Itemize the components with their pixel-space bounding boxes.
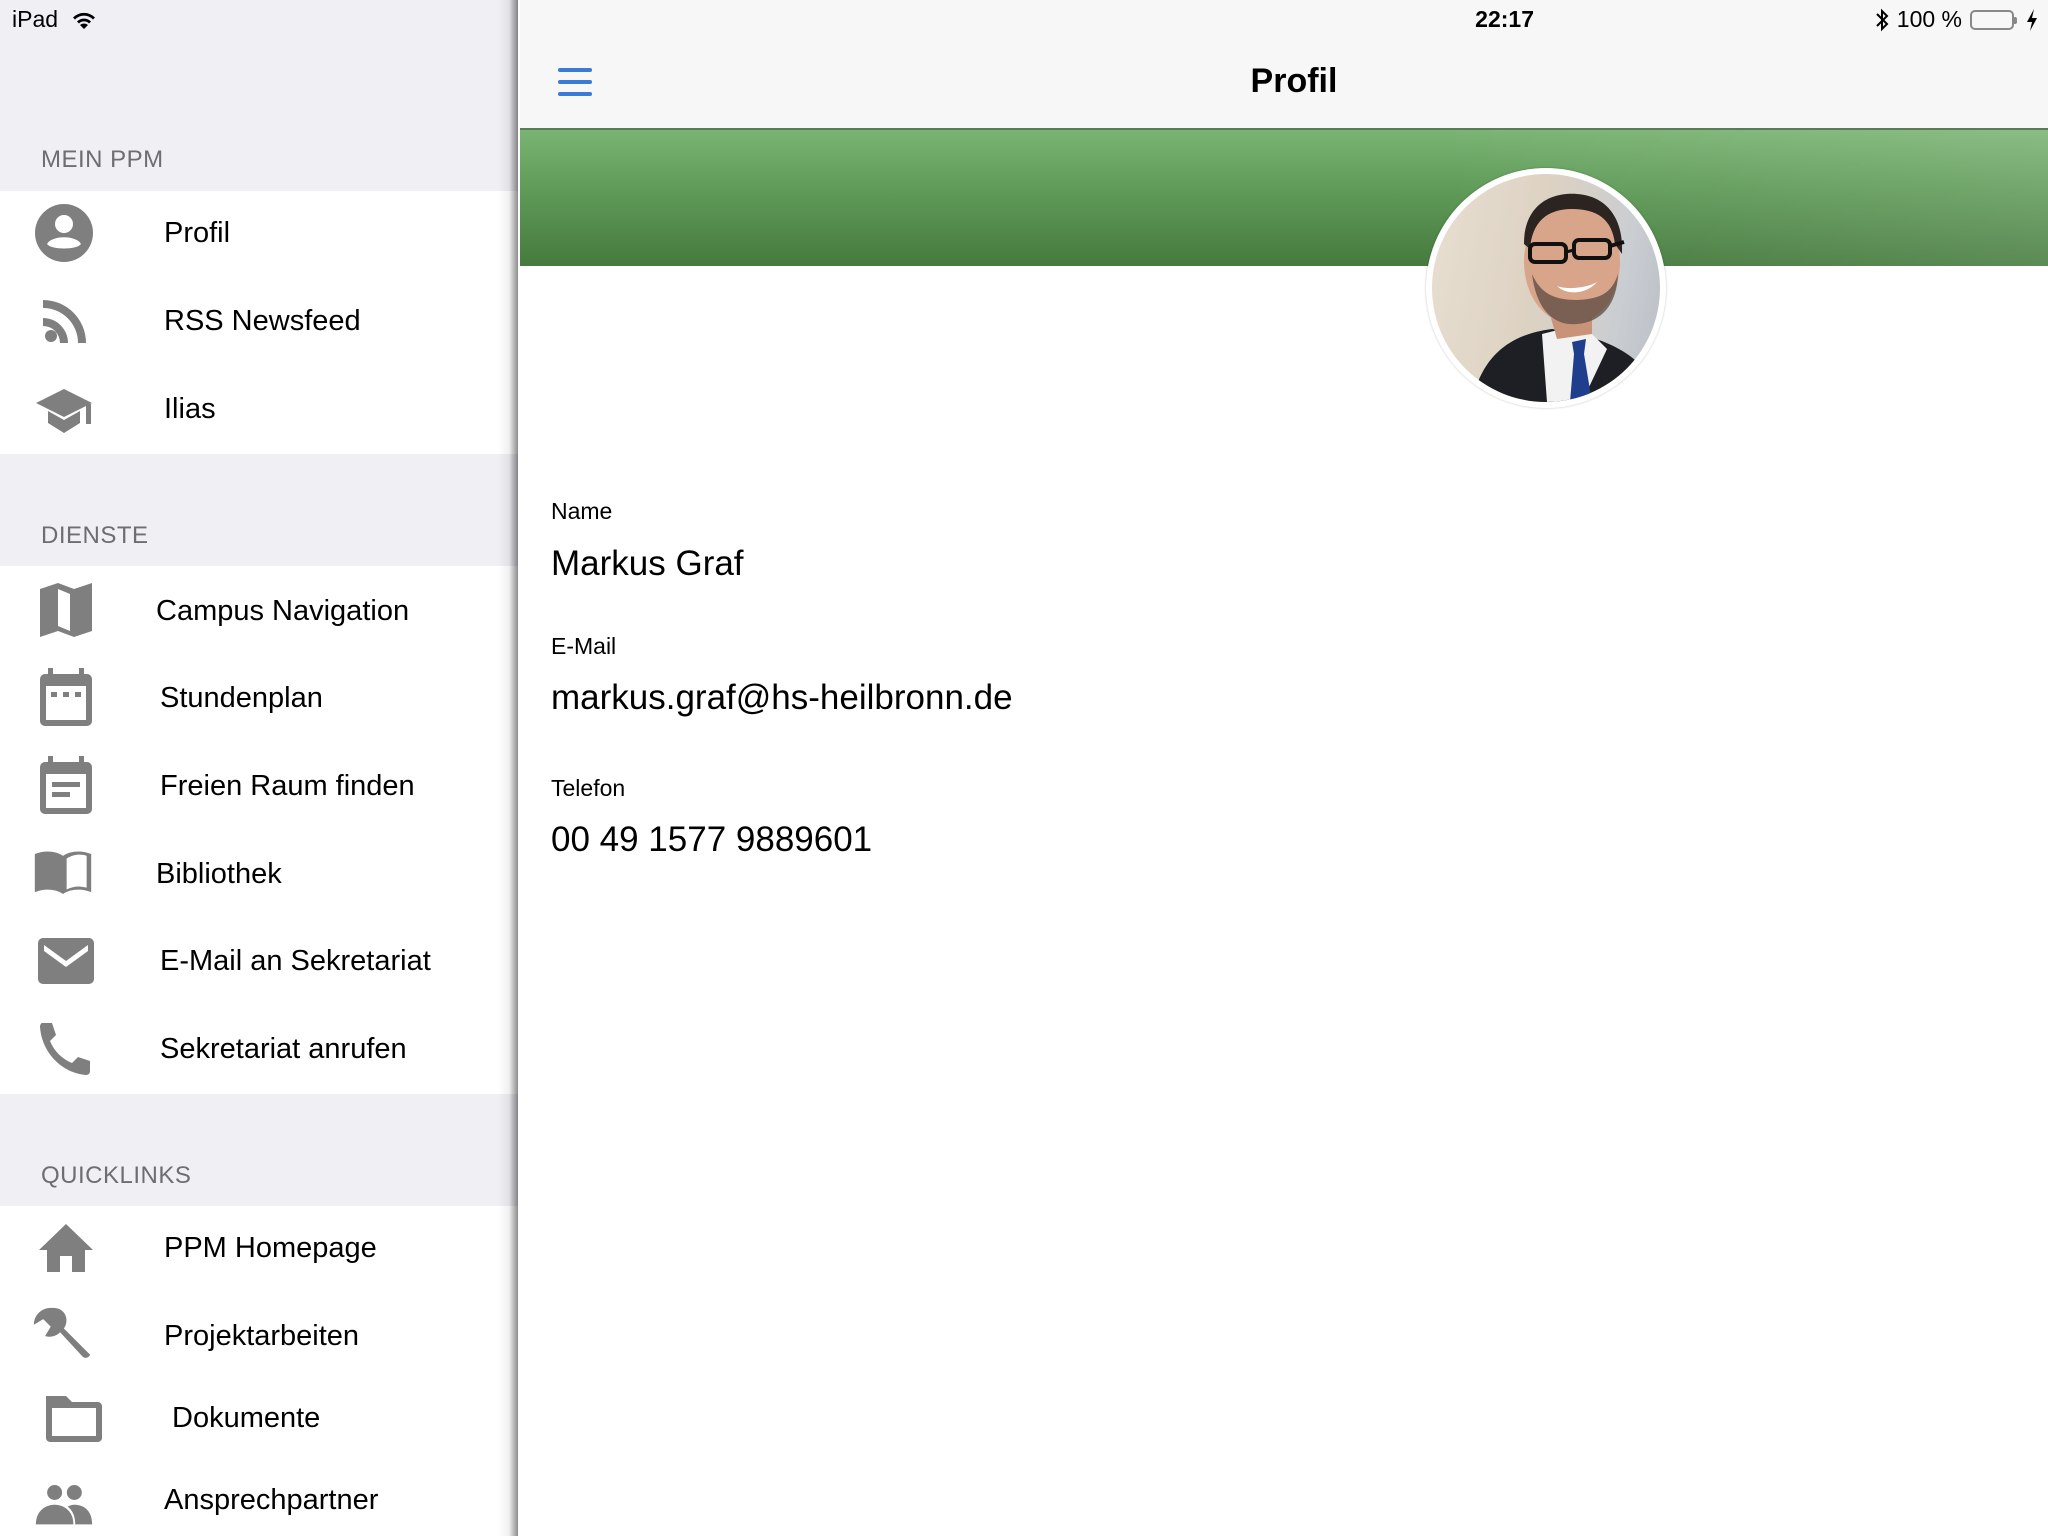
group-quicklinks: PPM Homepage Projektarbeiten Dokumente A… (0, 1206, 518, 1536)
battery-percentage: 100 % (1896, 6, 1962, 32)
field-label-email: E-Mail (551, 633, 617, 659)
sidebar-item-label: PPM Homepage (164, 1231, 377, 1264)
status-bar-left: iPad (12, 6, 98, 33)
device-name: iPad (12, 6, 59, 32)
sidebar-item-bibliothek[interactable]: Bibliothek (0, 834, 518, 914)
sidebar-item-label: Freien Raum finden (160, 769, 415, 802)
navigation-bar: 22:17 100 % Profil (520, 0, 2048, 130)
sidebar-item-stundenplan[interactable]: Stundenplan (0, 658, 518, 738)
section-header-dienste: DIENSTE (41, 522, 149, 549)
sidebar-item-projektarbeiten[interactable]: Projektarbeiten (0, 1296, 518, 1376)
avatar (1426, 168, 1666, 408)
home-icon (36, 1218, 96, 1278)
field-value-email[interactable]: markus.graf@hs-heilbronn.de (551, 678, 1013, 718)
sidebar-item-dokumente[interactable]: Dokumente (0, 1378, 518, 1458)
sidebar-item-label: Sekretariat anrufen (160, 1032, 407, 1065)
bluetooth-icon (1876, 8, 1889, 31)
field-label-telefon: Telefon (551, 775, 626, 801)
sidebar-item-e-mail-an-sekretariat[interactable]: E-Mail an Sekretariat (0, 921, 518, 1001)
sidebar-item-campus-navigation[interactable]: Campus Navigation (0, 571, 518, 651)
main-content: 22:17 100 % Profil Name Markus Graf E-Ma… (520, 0, 2048, 1536)
sidebar-item-ppm-homepage[interactable]: PPM Homepage (0, 1208, 518, 1288)
sidebar: iPad MEIN PPM Profil RSS Newsfeed Ilias (0, 0, 518, 1536)
status-bar-right: 100 % (1875, 6, 2038, 33)
section-header-quicklinks: QUICKLINKS (41, 1162, 192, 1189)
sidebar-item-label: Projektarbeiten (164, 1319, 360, 1352)
people-icon (34, 1470, 94, 1530)
battery-icon (1970, 9, 2017, 30)
field-value-telefon[interactable]: 00 49 1577 9889601 (551, 820, 872, 860)
sidebar-item-label: Campus Navigation (156, 594, 410, 627)
sidebar-item-label: E-Mail an Sekretariat (160, 944, 431, 977)
section-header-mein-ppm: MEIN PPM (41, 146, 164, 173)
graduation-cap-icon (34, 379, 94, 439)
sidebar-item-ilias[interactable]: Ilias (0, 369, 518, 449)
mail-icon (36, 931, 96, 991)
wifi-icon (73, 12, 96, 29)
folder-icon (44, 1388, 104, 1448)
sidebar-item-label: Stundenplan (160, 681, 323, 714)
field-label-name: Name (551, 498, 613, 524)
group-mein-ppm: Profil RSS Newsfeed Ilias (0, 191, 518, 454)
rss-feed-icon (34, 291, 94, 351)
sidebar-item-label: Dokumente (172, 1401, 321, 1434)
group-dienste: Campus Navigation Stundenplan Freien Rau… (0, 566, 518, 1094)
page-title-text: Profil (1250, 62, 1338, 100)
calendar-icon (36, 668, 96, 728)
charging-icon (2027, 8, 2037, 31)
sidebar-item-label: Profil (164, 216, 231, 249)
sidebar-item-label: Bibliothek (156, 857, 282, 890)
sidebar-item-freien-raum-finden[interactable]: Freien Raum finden (0, 746, 518, 826)
sidebar-item-label: Ansprechpartner (164, 1483, 379, 1516)
wrench-icon (32, 1306, 92, 1366)
map-icon (36, 581, 96, 641)
sidebar-item-profil[interactable]: Profil (0, 193, 518, 273)
book-icon (33, 844, 93, 904)
sidebar-item-label: Ilias (164, 392, 216, 425)
status-time: 22:17 (1475, 6, 1534, 32)
phone-icon (36, 1019, 96, 1079)
account-circle-icon (34, 203, 94, 263)
sidebar-item-label: RSS Newsfeed (164, 304, 361, 337)
sidebar-item-sekretariat-anrufen[interactable]: Sekretariat anrufen (0, 1009, 518, 1089)
calendar-event-icon (36, 756, 96, 816)
profile-photo (1432, 174, 1660, 402)
sidebar-item-ansprechpartner[interactable]: Ansprechpartner (0, 1460, 518, 1536)
profile-banner (520, 130, 2048, 266)
page-title: Profil (520, 62, 2048, 101)
sidebar-item-rss-newsfeed[interactable]: RSS Newsfeed (0, 281, 518, 361)
field-value-name: Markus Graf (551, 544, 744, 583)
